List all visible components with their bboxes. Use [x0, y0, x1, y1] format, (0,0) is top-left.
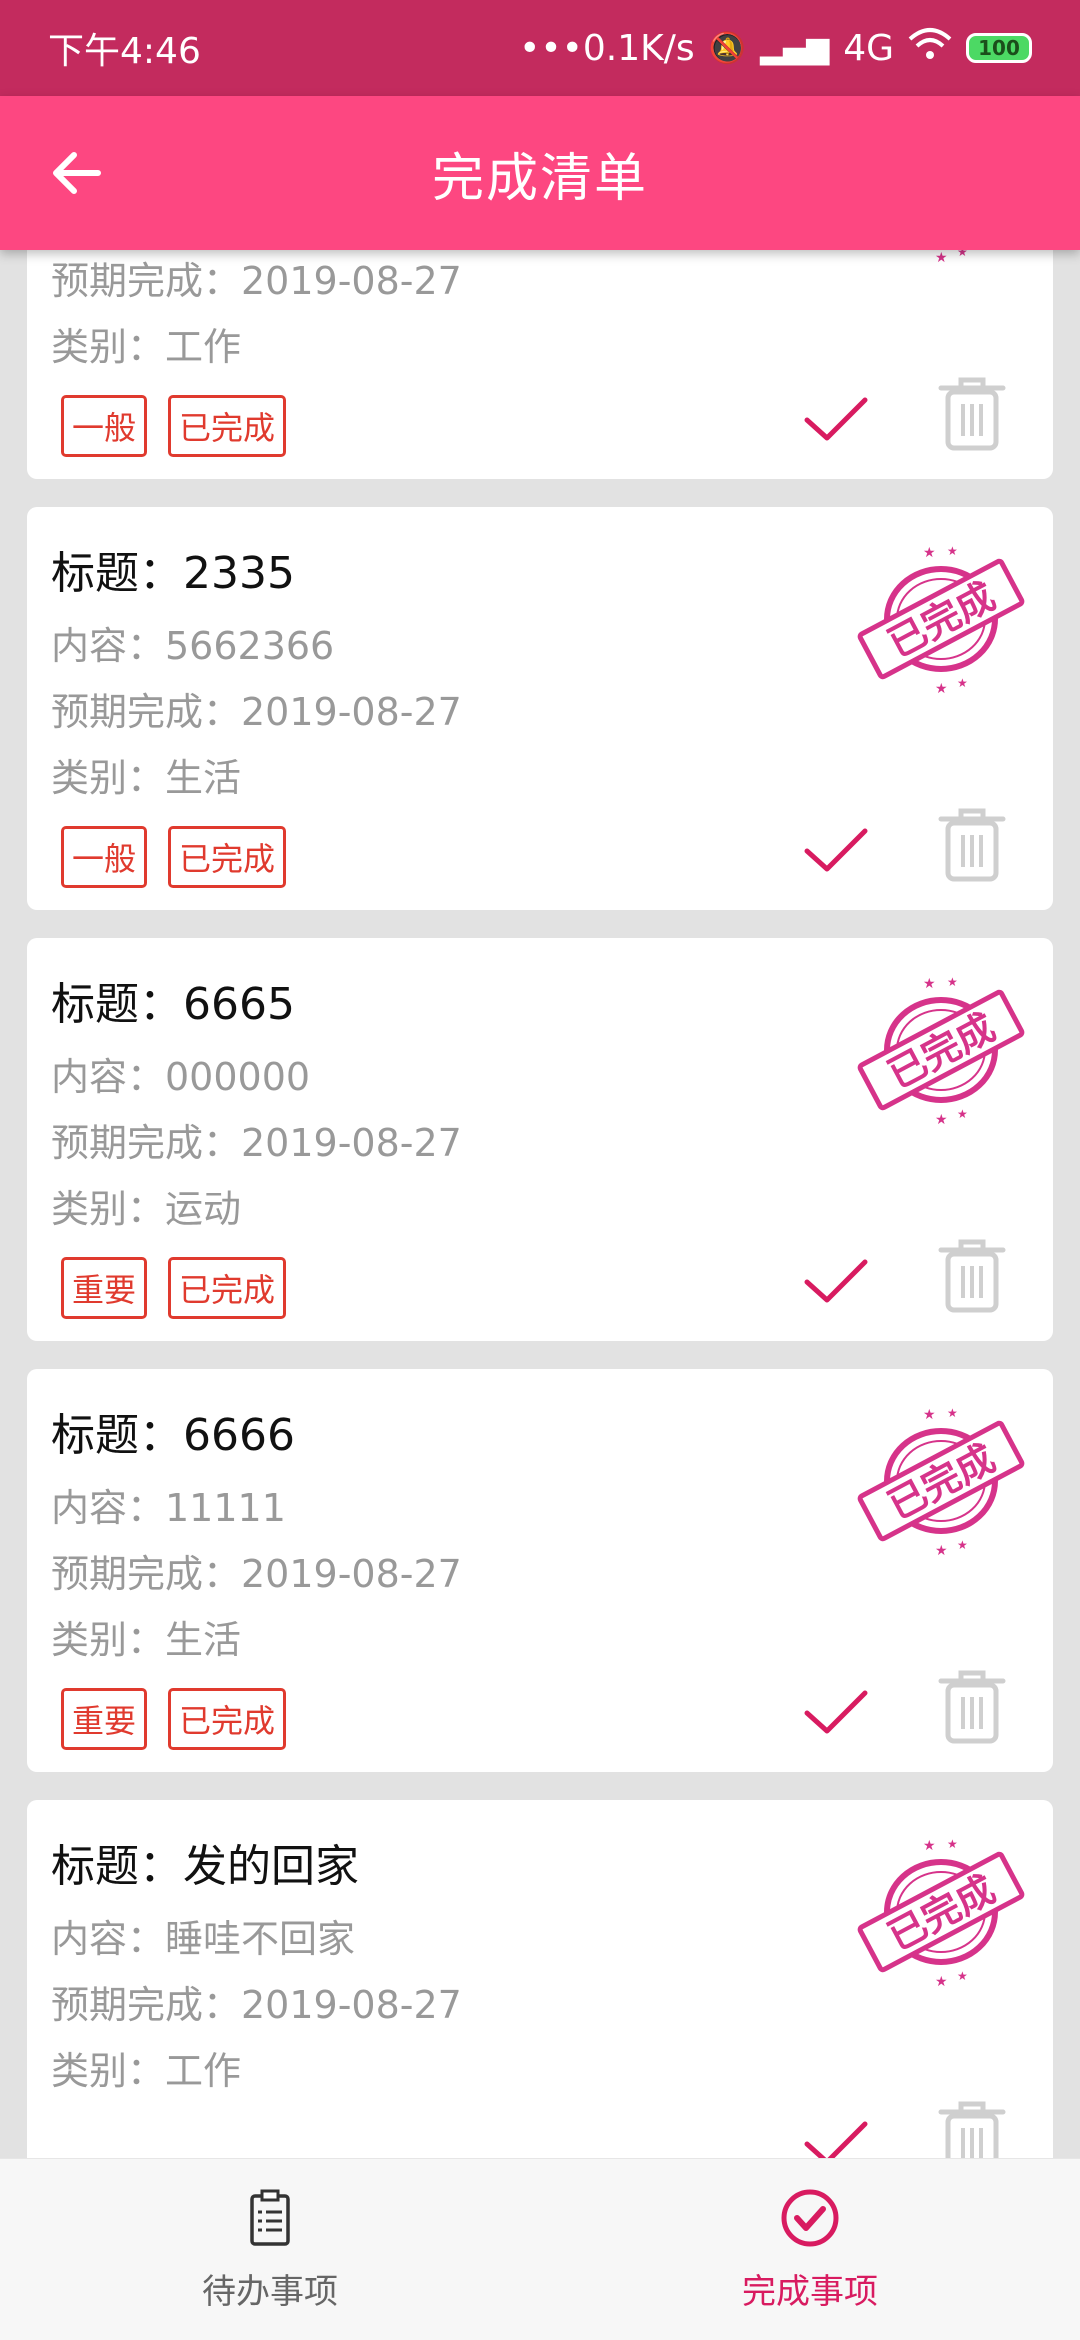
task-card[interactable]: 标题：2335 内容：5662366 预期完成：2019-08-27 类别：生活… [27, 507, 1053, 910]
task-due-date: 预期完成：2019-08-27 [51, 259, 462, 303]
task-content: 内容：11111 [51, 1486, 286, 1530]
task-category: 类别：生活 [51, 756, 242, 800]
svg-text:★: ★ [957, 676, 968, 690]
task-content: 内容：睡哇不回家 [51, 1917, 356, 1961]
status-tag: 已完成 [168, 826, 286, 888]
nav-item-completed[interactable]: 完成事项 [540, 2159, 1080, 2340]
svg-text:★: ★ [935, 681, 948, 697]
check-icon[interactable] [803, 2110, 869, 2158]
priority-tag: 重要 [61, 1257, 147, 1319]
svg-text:★: ★ [923, 545, 936, 561]
page-title: 完成清单 [431, 148, 648, 209]
status-tag: 已完成 [168, 1257, 286, 1319]
task-category: 类别：工作 [51, 325, 242, 369]
svg-text:★: ★ [935, 1974, 948, 1990]
svg-text:★: ★ [923, 1407, 936, 1423]
trash-icon[interactable] [937, 1669, 1007, 1745]
task-content: 内容：5662366 [51, 624, 335, 668]
task-category: 类别：生活 [51, 1618, 242, 1662]
check-icon[interactable] [803, 1248, 869, 1314]
arrow-left-icon [53, 152, 101, 194]
completed-list[interactable]: 标题：1111 内容：4552566 预期完成：2019-08-27 类别：工作… [0, 250, 1080, 2158]
svg-text:★: ★ [947, 975, 958, 989]
nav-label-todo: 待办事项 [202, 2272, 338, 2312]
task-due-date: 预期完成：2019-08-27 [51, 1121, 462, 1165]
task-title: 标题：发的回家 [51, 1841, 359, 1892]
nav-label-completed: 完成事项 [742, 2272, 878, 2312]
check-circle-icon [781, 2189, 839, 2247]
task-title: 标题：2335 [51, 548, 295, 599]
task-card[interactable]: 标题：6665 内容：000000 预期完成：2019-08-27 类别：运动 … [27, 938, 1053, 1341]
signal-icon: ▂▄▆ [759, 30, 830, 66]
priority-tag: 重要 [61, 1688, 147, 1750]
svg-text:★: ★ [957, 1538, 968, 1552]
task-due-date: 预期完成：2019-08-27 [51, 1983, 462, 2027]
trash-icon[interactable] [937, 2100, 1007, 2158]
completed-stamp-icon: ★ ★ ★ ★ 已完成 [935, 250, 968, 266]
battery-icon: 100 [966, 33, 1032, 63]
bottom-navigation: 待办事项 完成事项 [0, 2158, 1080, 2340]
status-tag: 已完成 [168, 1688, 286, 1750]
network-type: 4G [843, 27, 894, 69]
task-title: 标题：6666 [51, 1410, 295, 1461]
svg-text:★: ★ [947, 1837, 958, 1851]
svg-text:★: ★ [923, 1838, 936, 1854]
status-tag: 已完成 [168, 395, 286, 457]
task-category: 类别：工作 [51, 2049, 242, 2093]
svg-text:★: ★ [957, 1969, 968, 1983]
svg-text:★: ★ [935, 1543, 948, 1559]
clipboard-list-icon [250, 2189, 290, 2246]
task-due-date: 预期完成：2019-08-27 [51, 690, 462, 734]
check-icon[interactable] [803, 386, 869, 452]
completed-stamp-icon: ★ ★ ★ ★ 已完成 [857, 544, 1025, 697]
card-list: 标题：1111 内容：4552566 预期完成：2019-08-27 类别：工作… [27, 250, 1053, 2158]
completed-stamp-icon: ★ ★ ★ ★ 已完成 [857, 1837, 1025, 1990]
status-indicators: •••0.1K/s 🔕 ▂▄▆ 4G 100 [519, 27, 1032, 70]
task-card[interactable]: 标题：6666 内容：11111 预期完成：2019-08-27 类别：生活 重… [27, 1369, 1053, 1772]
check-icon[interactable] [803, 1679, 869, 1745]
mute-icon: 🔕 [708, 30, 746, 66]
svg-text:★: ★ [957, 1107, 968, 1121]
task-title: 标题：6665 [51, 979, 295, 1030]
svg-text:★: ★ [923, 976, 936, 992]
wifi-icon [908, 27, 952, 70]
svg-text:★: ★ [935, 1112, 948, 1128]
completed-stamp-icon: ★ ★ ★ ★ 已完成 [857, 975, 1025, 1128]
trash-icon[interactable] [937, 376, 1007, 452]
trash-icon[interactable] [937, 807, 1007, 883]
task-card[interactable]: 标题：发的回家 内容：睡哇不回家 预期完成：2019-08-27 类别：工作 ★… [27, 1800, 1053, 2158]
task-due-date: 预期完成：2019-08-27 [51, 1552, 462, 1596]
svg-text:★: ★ [957, 250, 968, 259]
priority-tag: 一般 [61, 826, 147, 888]
status-bar: 下午4:46 •••0.1K/s 🔕 ▂▄▆ 4G 100 [0, 0, 1080, 96]
priority-tag: 一般 [61, 395, 147, 457]
svg-text:★: ★ [935, 250, 948, 266]
task-category: 类别：运动 [51, 1187, 242, 1231]
nav-item-todo[interactable]: 待办事项 [0, 2159, 540, 2340]
task-content: 内容：000000 [51, 1055, 311, 1099]
svg-text:★: ★ [947, 544, 958, 558]
app-bar: 完成清单 [0, 96, 1080, 250]
network-speed: •••0.1K/s [519, 27, 695, 69]
task-card[interactable]: 标题：1111 内容：4552566 预期完成：2019-08-27 类别：工作… [27, 250, 1053, 479]
back-button[interactable] [40, 136, 114, 210]
check-icon[interactable] [803, 817, 869, 883]
svg-text:★: ★ [947, 1406, 958, 1420]
trash-icon[interactable] [937, 1238, 1007, 1314]
status-time: 下午4:46 [48, 31, 201, 72]
completed-stamp-icon: ★ ★ ★ ★ 已完成 [857, 1406, 1025, 1559]
